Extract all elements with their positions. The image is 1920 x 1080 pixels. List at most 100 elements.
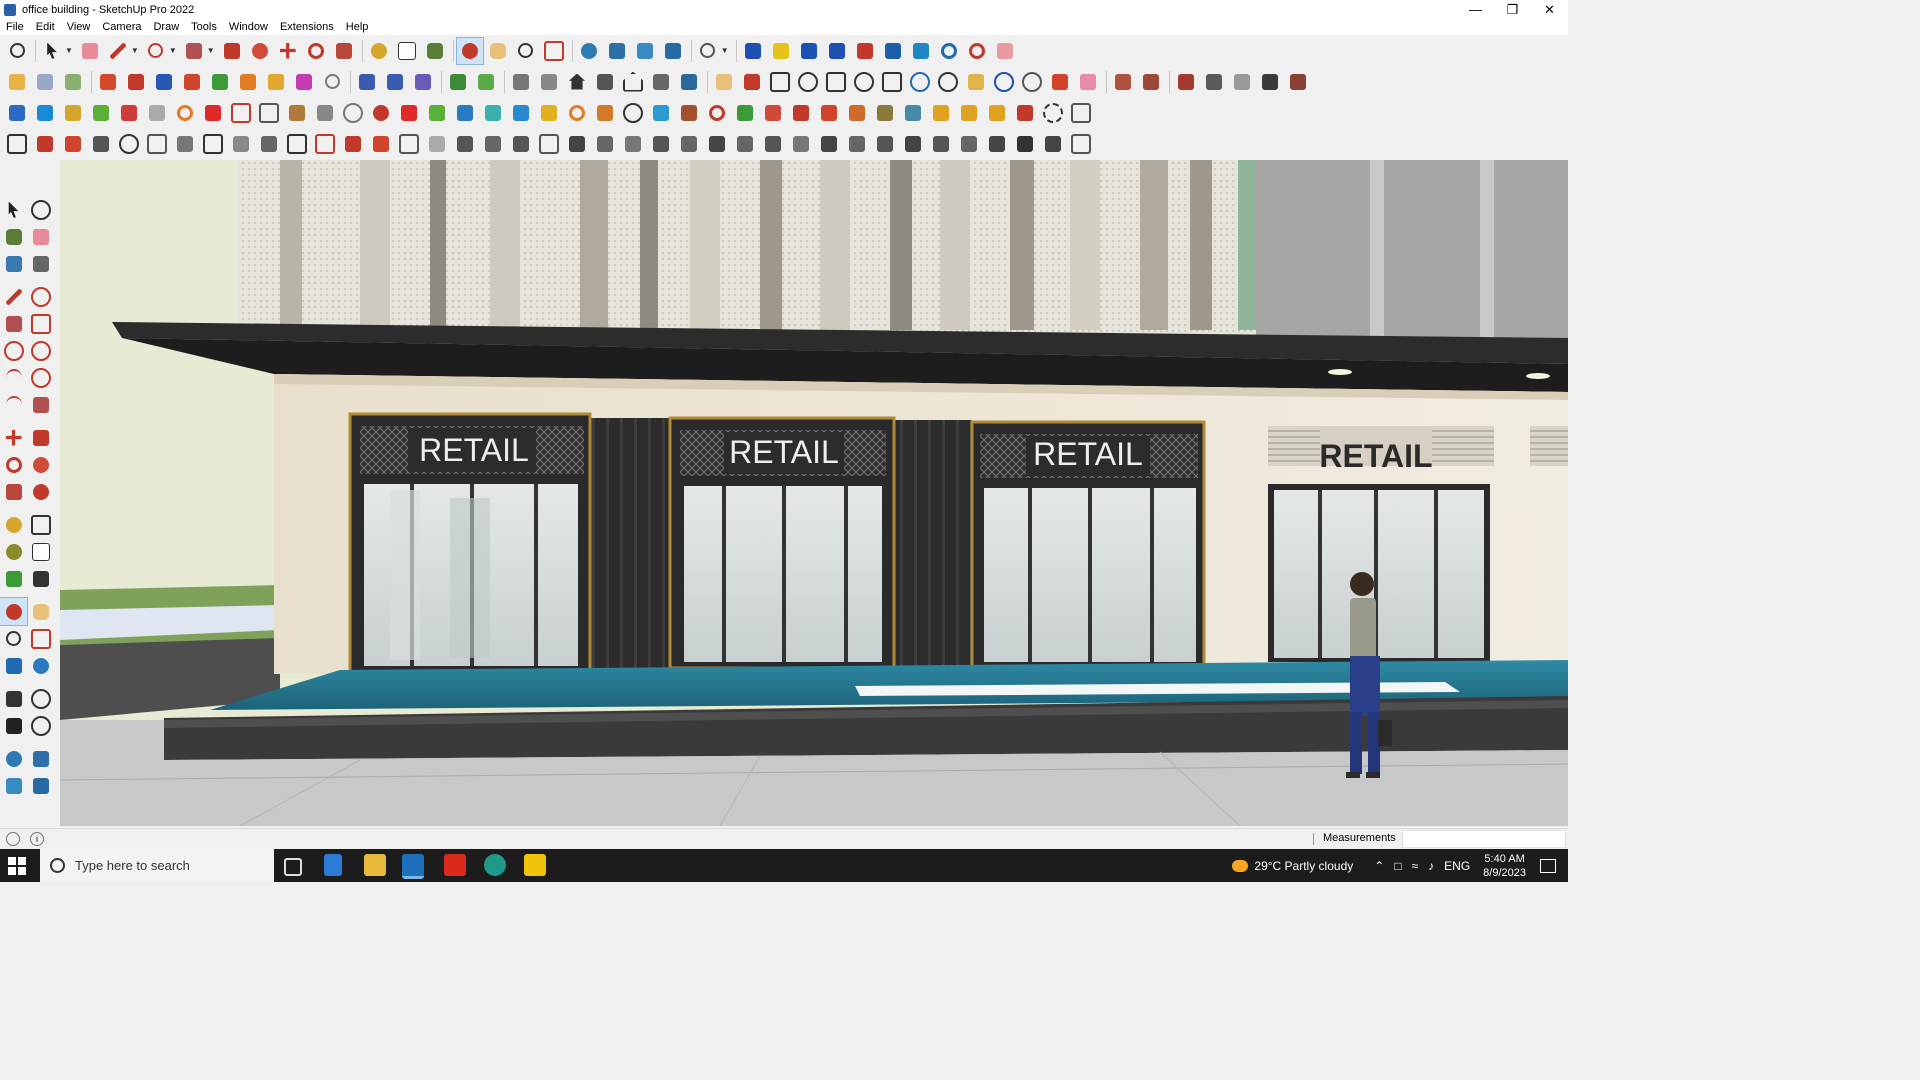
zoom-icon[interactable] <box>0 625 27 652</box>
tool-3-1-icon[interactable] <box>4 100 30 126</box>
rectangle-icon[interactable] <box>181 38 207 64</box>
house-open-icon[interactable] <box>592 69 618 95</box>
tool-3-32-icon[interactable] <box>872 100 898 126</box>
photo-texture-icon[interactable] <box>796 38 822 64</box>
tool-4-24-icon[interactable] <box>648 131 674 157</box>
orbit-icon[interactable] <box>0 597 28 626</box>
walk-icon[interactable] <box>0 712 27 739</box>
tool-3-29-icon[interactable] <box>788 100 814 126</box>
material-2-icon[interactable] <box>1138 69 1164 95</box>
tool-4-17-icon[interactable] <box>452 131 478 157</box>
material-3-icon[interactable] <box>1173 69 1199 95</box>
tool-4-33-icon[interactable] <box>900 131 926 157</box>
tool-3-2-icon[interactable] <box>32 100 58 126</box>
arc-icon[interactable] <box>0 364 27 391</box>
network-icon[interactable]: □ <box>1394 859 1401 873</box>
tool-4-13-icon[interactable] <box>340 131 366 157</box>
tool-3-18-icon[interactable] <box>480 100 506 126</box>
layers-icon[interactable] <box>576 38 602 64</box>
sandbox-icon[interactable] <box>27 745 54 772</box>
tool-4-15-icon[interactable] <box>396 131 422 157</box>
rotate-icon[interactable] <box>0 451 27 478</box>
maximize-button[interactable]: ❐ <box>1494 0 1531 19</box>
polygon-icon[interactable] <box>27 337 54 364</box>
house-outline-icon[interactable] <box>620 69 646 95</box>
stack-icon[interactable] <box>0 772 27 799</box>
redo-icon[interactable] <box>964 38 990 64</box>
curve-icon[interactable] <box>319 69 345 95</box>
taskbar-search[interactable]: Type here to search <box>40 849 274 882</box>
sketchup-taskbar-icon[interactable] <box>402 854 424 879</box>
shape-9-icon[interactable] <box>991 69 1017 95</box>
circle-icon[interactable] <box>0 337 27 364</box>
material-6-icon[interactable] <box>1257 69 1283 95</box>
zoom-icon[interactable] <box>4 38 30 64</box>
tool-3-11-icon[interactable] <box>284 100 310 126</box>
tool-3-22-icon[interactable] <box>592 100 618 126</box>
acrobat-icon[interactable] <box>444 854 466 876</box>
language-indicator[interactable]: ENG <box>1444 859 1470 873</box>
extrude-red-icon[interactable] <box>179 69 205 95</box>
tool-4-5-icon[interactable] <box>116 131 142 157</box>
extrude-orange-icon[interactable] <box>235 69 261 95</box>
tool-4-34-icon[interactable] <box>928 131 954 157</box>
shape-10-icon[interactable] <box>1019 69 1045 95</box>
file-explorer-icon[interactable] <box>364 854 386 876</box>
flip-down-icon[interactable] <box>852 38 878 64</box>
clock[interactable]: 5:40 AM 8/9/2023 <box>1483 852 1526 880</box>
tool-4-29-icon[interactable] <box>788 131 814 157</box>
shape-2-icon[interactable] <box>795 69 821 95</box>
three-point-arc-icon[interactable] <box>0 391 27 418</box>
tool-3-31-icon[interactable] <box>844 100 870 126</box>
geo-location-icon[interactable] <box>6 832 20 846</box>
look-around-icon[interactable] <box>27 685 54 712</box>
tool-3-3-icon[interactable] <box>60 100 86 126</box>
fit-icon[interactable] <box>908 38 934 64</box>
tool-4-6-icon[interactable] <box>144 131 170 157</box>
tool-3-14-icon[interactable] <box>368 100 394 126</box>
weather-widget[interactable]: 29°C Partly cloudy <box>1232 859 1353 873</box>
geo-location-icon[interactable] <box>768 38 794 64</box>
line-red-icon[interactable] <box>1047 69 1073 95</box>
box-icon[interactable] <box>4 69 30 95</box>
wifi-icon[interactable]: ≈ <box>1412 859 1419 873</box>
tool-3-15-icon[interactable] <box>396 100 422 126</box>
tool-3-20-icon[interactable] <box>536 100 562 126</box>
tool-3-34-icon[interactable] <box>928 100 954 126</box>
material-5-icon[interactable] <box>1229 69 1255 95</box>
calculator-icon[interactable] <box>324 854 342 876</box>
shape-7-icon[interactable] <box>935 69 961 95</box>
tool-3-9-icon[interactable] <box>228 100 254 126</box>
tool-4-23-icon[interactable] <box>620 131 646 157</box>
zoom-extents-icon[interactable] <box>541 38 567 64</box>
component-icon[interactable] <box>60 69 86 95</box>
freehand-icon[interactable] <box>27 283 54 310</box>
tool-4-4-icon[interactable] <box>88 131 114 157</box>
zoom-window-icon[interactable] <box>27 625 54 652</box>
paint-bucket-icon[interactable] <box>422 38 448 64</box>
solid-icon[interactable] <box>32 69 58 95</box>
slice-3-icon[interactable] <box>410 69 436 95</box>
tool-4-39-icon[interactable] <box>1068 131 1094 157</box>
tool-3-24-icon[interactable] <box>648 100 674 126</box>
tool-4-19-icon[interactable] <box>508 131 534 157</box>
tag-icon[interactable] <box>27 250 54 277</box>
rotated-rect-icon[interactable] <box>27 310 54 337</box>
menu-draw[interactable]: Draw <box>147 21 185 33</box>
tool-4-7-icon[interactable] <box>172 131 198 157</box>
tool-4-38-icon[interactable] <box>1040 131 1066 157</box>
eraser-pink-icon[interactable] <box>1075 69 1101 95</box>
tool-4-18-icon[interactable] <box>480 131 506 157</box>
menu-camera[interactable]: Camera <box>96 21 147 33</box>
pie-icon[interactable] <box>27 391 54 418</box>
measurements-input[interactable] <box>1402 830 1566 848</box>
extrude-blue-icon[interactable] <box>151 69 177 95</box>
tool-4-36-icon[interactable] <box>984 131 1010 157</box>
shape-8-icon[interactable] <box>963 69 989 95</box>
edge-icon[interactable] <box>484 854 506 876</box>
follow-me-icon[interactable] <box>27 451 54 478</box>
layers-icon[interactable] <box>0 745 27 772</box>
tool-3-27-icon[interactable] <box>732 100 758 126</box>
tool-4-25-icon[interactable] <box>676 131 702 157</box>
tool-4-9-icon[interactable] <box>228 131 254 157</box>
